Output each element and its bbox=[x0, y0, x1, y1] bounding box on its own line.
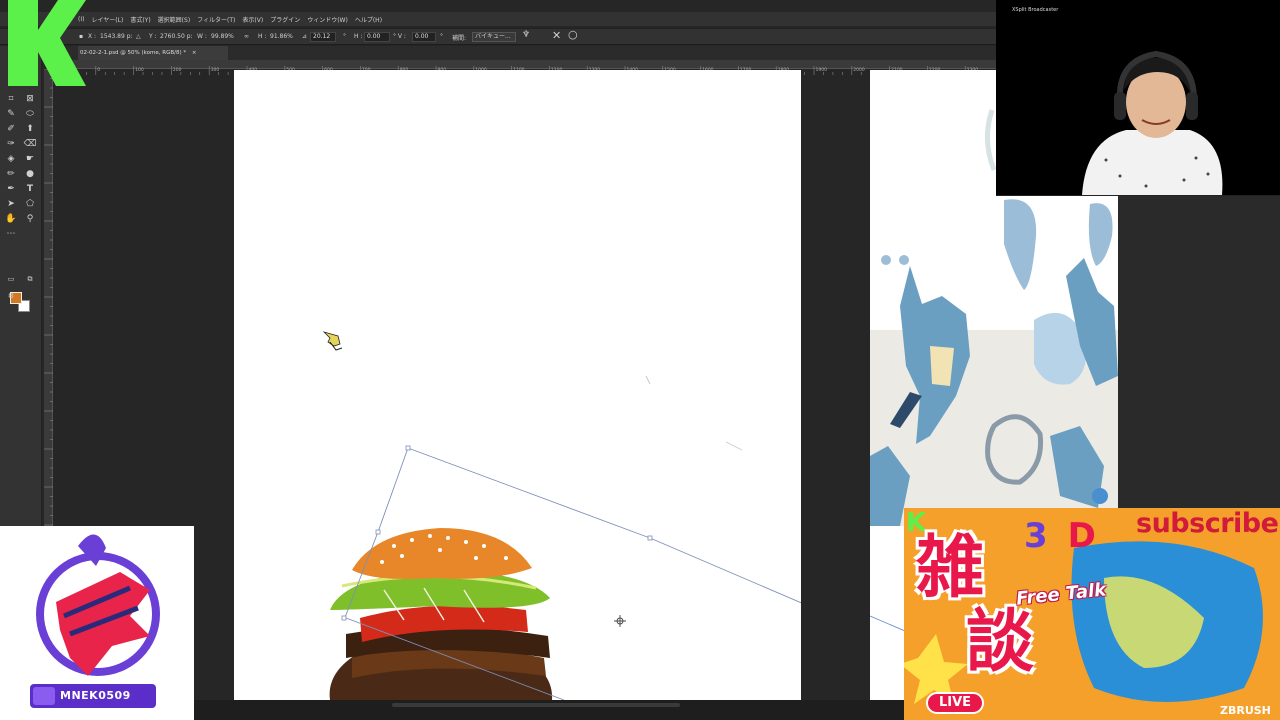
link-icon[interactable]: ∞ bbox=[244, 33, 249, 40]
eraser-icon[interactable]: ⌫ bbox=[23, 137, 37, 151]
menu-item-type[interactable]: 書式(Y) bbox=[130, 15, 150, 24]
spot-heal-icon[interactable]: ⬭ bbox=[23, 107, 37, 121]
menu-item-layer[interactable]: レイヤー(L) bbox=[91, 15, 123, 24]
subscribe-text: subscribe bbox=[1136, 508, 1279, 539]
interpolation-select[interactable]: バイキュー... bbox=[472, 32, 516, 42]
webcam-feed: XSplit Broadcaster bbox=[996, 0, 1280, 195]
stream-thumbnail: subscribe K 3D 雑 談 Free Talk LIVE ZBRUSH bbox=[904, 508, 1280, 720]
screen-mode-icon[interactable]: ⧉ bbox=[23, 272, 37, 286]
path-select-icon[interactable]: ➤ bbox=[4, 197, 18, 211]
eyedropper-icon[interactable]: ✎ bbox=[4, 107, 18, 121]
ruler-label: 300 bbox=[211, 67, 220, 73]
reference-character-art bbox=[870, 196, 1118, 526]
menu-bar: (I) レイヤー(L) 書式(Y) 選択範囲(S) フィルター(T) 表示(V)… bbox=[0, 12, 996, 26]
zbrush-logo-text: ZBRUSH bbox=[1220, 704, 1271, 717]
tab-close-icon[interactable]: × bbox=[192, 50, 197, 56]
ruler-label: 0 bbox=[97, 67, 100, 73]
channel-badge: MNEK0509 bbox=[0, 526, 194, 720]
vertical-ruler-ticks bbox=[44, 68, 53, 526]
document-tab-label: 02-02-2-1.psd @ 50% (kome, RGB/8) * bbox=[80, 50, 187, 56]
smudge-icon[interactable]: ☛ bbox=[23, 152, 37, 166]
x-field[interactable]: 1543.89 p: bbox=[100, 33, 133, 40]
h-field[interactable]: 91.86% bbox=[270, 33, 293, 40]
menu-item-window[interactable]: ウィンドウ(W) bbox=[307, 15, 348, 24]
delta-icon[interactable]: △ bbox=[136, 33, 141, 40]
transform-center-icon bbox=[614, 615, 626, 627]
artwork bbox=[322, 331, 801, 700]
w-label: W : bbox=[197, 33, 207, 40]
gradient-icon[interactable]: ◈ bbox=[4, 152, 18, 166]
ruler-label: 2000 bbox=[853, 67, 865, 73]
y-label: Y : bbox=[149, 33, 157, 40]
burger-painting bbox=[329, 528, 553, 700]
type-icon[interactable]: T bbox=[23, 182, 37, 196]
angle-icon: ⊿ bbox=[302, 33, 308, 40]
menu-item-help[interactable]: ヘルプ(H) bbox=[355, 15, 382, 24]
dan-char: 談 bbox=[966, 603, 1035, 682]
hskew-label: H : bbox=[354, 33, 363, 40]
document-canvas[interactable] bbox=[234, 70, 801, 700]
vskew-field[interactable]: 0.00 bbox=[412, 32, 436, 42]
commit-icon[interactable]: ○ bbox=[568, 28, 578, 41]
tab-bar: 02-02-2-1.psd @ 50% (kome, RGB/8) * × bbox=[44, 46, 996, 60]
y-field[interactable]: 2760.50 p: bbox=[160, 33, 193, 40]
extra-tool-icon[interactable]: ⚙ bbox=[4, 289, 18, 303]
zoom-icon[interactable]: ⚲ bbox=[23, 212, 37, 226]
frame-icon[interactable]: ⊠ bbox=[23, 92, 37, 106]
layers-panel-area bbox=[1118, 196, 1280, 526]
horizontal-ruler[interactable]: 1000100200300400500600700800900100011001… bbox=[54, 60, 1108, 75]
degree-label: ° bbox=[343, 33, 346, 40]
hand-icon[interactable]: ✋ bbox=[4, 212, 18, 226]
close-icon[interactable]: ✕ bbox=[552, 29, 561, 42]
hskew-field[interactable]: 0.00 bbox=[364, 32, 390, 42]
menu-item-filter[interactable]: フィルター(T) bbox=[197, 15, 235, 24]
vertical-ruler[interactable] bbox=[44, 68, 53, 529]
angle-field[interactable]: 20.12 bbox=[310, 32, 336, 42]
small-character-sprite bbox=[322, 331, 343, 351]
pen-icon[interactable]: ✒ bbox=[4, 182, 18, 196]
brush-icon[interactable]: ✐ bbox=[4, 122, 18, 136]
degree-label-2: ° bbox=[440, 33, 443, 40]
burn-icon[interactable]: ● bbox=[23, 167, 37, 181]
menu-item-plugins[interactable]: プラグイン bbox=[270, 15, 300, 24]
options-bar: ▪ X : 1543.89 p: △ Y : 2760.50 p: W : 99… bbox=[0, 28, 996, 45]
quickmask-icon[interactable]: ▭ bbox=[4, 272, 18, 286]
live-badge: LIVE bbox=[926, 692, 984, 714]
document-tab[interactable]: 02-02-2-1.psd @ 50% (kome, RGB/8) * × bbox=[78, 46, 228, 60]
more-icon[interactable]: ⋯ bbox=[4, 227, 18, 241]
reference-image-panel bbox=[870, 196, 1118, 526]
menu-item-view[interactable]: 表示(V) bbox=[242, 15, 263, 24]
ruler-label: 100 bbox=[135, 67, 144, 73]
ruler-label: 1900 bbox=[816, 67, 828, 73]
history-brush-icon[interactable]: ✑ bbox=[4, 137, 18, 151]
vskew-label: ° V : bbox=[393, 33, 406, 40]
dodge-icon[interactable]: ✏ bbox=[4, 167, 18, 181]
warp-icon[interactable]: ♆ bbox=[522, 30, 530, 40]
stream-k-logo bbox=[8, 0, 86, 86]
webcam-person bbox=[1082, 50, 1223, 195]
tools-panel: ⌗ ⊠ ✎ ⬭ ✐ ⬆ ✑ ⌫ ◈ ☛ ✏ ● ✒ T ➤ ⬠ ✋ ⚲ ⋯ ▭ … bbox=[0, 46, 42, 526]
webcam-source-label: XSplit Broadcaster bbox=[1012, 7, 1059, 13]
shape-icon[interactable]: ⬠ bbox=[23, 197, 37, 211]
h-label: H : bbox=[258, 33, 267, 40]
stamp-icon[interactable]: ⬆ bbox=[23, 122, 37, 136]
x-label: X : bbox=[88, 33, 97, 40]
menu-item-select[interactable]: 選択範囲(S) bbox=[158, 15, 191, 24]
w-field[interactable]: 99.89% bbox=[211, 33, 234, 40]
crop-icon[interactable]: ⌗ bbox=[4, 92, 18, 106]
ruler-label: 200 bbox=[173, 67, 182, 73]
horizontal-scrollbar[interactable] bbox=[392, 703, 680, 707]
channel-name: MNEK0509 bbox=[60, 689, 131, 702]
interp-label: 補間: bbox=[452, 35, 467, 42]
